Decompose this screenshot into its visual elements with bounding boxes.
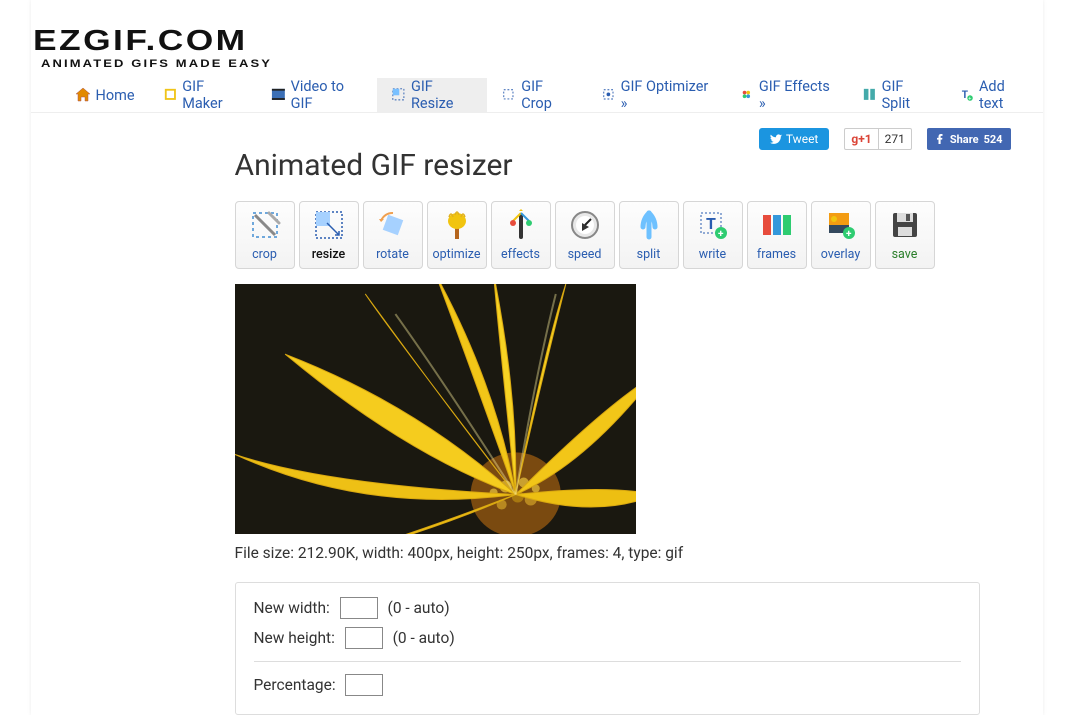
tool-split-label: split [637,247,661,262]
percent-label: Percentage: [254,676,336,694]
nav-video-label: Video to GIF [291,78,364,112]
nav-effects[interactable]: GIF Effects » [725,78,848,112]
tool-speed-label: speed [568,247,602,262]
nav-resize[interactable]: GIF Resize [377,78,487,112]
tool-crop-label: crop [252,247,277,262]
facebook-share-button[interactable]: Share 524 [927,128,1011,150]
tool-effects[interactable]: effects [491,201,551,269]
gplus-count: 271 [879,129,911,149]
tool-optimize-label: optimize [432,247,480,262]
effects-icon [739,87,754,103]
nav-home-label: Home [96,87,135,104]
maker-icon [163,87,178,103]
tool-speed[interactable]: speed [555,201,615,269]
tool-rotate[interactable]: rotate [363,201,423,269]
nav-home[interactable]: Home [61,78,149,112]
tool-resize[interactable]: resize [299,201,359,269]
height-input[interactable] [345,627,383,649]
crop-icon [501,87,516,103]
brand-title: EZGIF.COM [33,28,1073,54]
page-title: Animated GIF resizer [235,148,1023,183]
tool-effects-label: effects [501,247,540,262]
nav-maker[interactable]: GIF Maker [149,78,257,112]
height-label: New height: [254,629,335,647]
nav-resize-label: GIF Resize [411,78,474,112]
toolbar: crop resize rotate optimize effects spee… [235,201,1023,269]
tool-frames-label: frames [757,247,796,262]
crop-icon [249,209,281,241]
split-icon [862,87,877,103]
nav-crop[interactable]: GIF Crop [487,78,586,112]
optimize-icon [441,209,473,241]
twitter-share-button[interactable]: Tweet [759,128,830,150]
resize-tool-icon [313,209,345,241]
save-icon [889,209,921,241]
width-hint: (0 - auto) [388,599,450,617]
video-icon [271,87,286,103]
nav-addtext-label: Add text [979,78,1029,112]
tool-resize-label: resize [312,247,346,262]
height-hint: (0 - auto) [393,629,455,647]
tool-overlay[interactable]: + overlay [811,201,871,269]
nav-addtext[interactable]: T+ Add text [945,78,1042,112]
tool-frames[interactable]: frames [747,201,807,269]
nav-split[interactable]: GIF Split [848,78,945,112]
speed-icon [569,209,601,241]
flower-illustration [235,284,636,534]
tool-rotate-label: rotate [376,247,409,262]
nav-optimizer-label: GIF Optimizer » [621,78,712,112]
nav-maker-label: GIF Maker [182,78,243,112]
width-label: New width: [254,599,330,617]
optimizer-icon [601,87,616,103]
fb-label: Share [950,133,979,146]
nav-optimizer[interactable]: GIF Optimizer » [587,78,725,112]
preview-image [235,284,636,534]
form-separator [254,661,961,662]
logo: EZGIF.COM ANIMATED GIFS MADE EASY [31,0,1043,78]
nav-video[interactable]: Video to GIF [257,78,377,112]
write-icon: T+ [697,209,729,241]
tool-crop[interactable]: crop [235,201,295,269]
svg-text:+: + [968,96,971,102]
rotate-icon [377,209,409,241]
nav-effects-label: GIF Effects » [759,78,834,112]
tool-split[interactable]: split [619,201,679,269]
tool-write[interactable]: T+ write [683,201,743,269]
effects-tool-icon [505,209,537,241]
home-icon [75,87,91,103]
resize-icon [391,87,406,103]
tool-write-label: write [699,247,726,262]
main-nav: Home GIF Maker Video to GIF GIF Resize G… [31,78,1043,113]
nav-split-label: GIF Split [882,78,932,112]
brand-sub: ANIMATED GIFS MADE EASY [41,58,1073,70]
tool-save-label: save [892,247,918,262]
addtext-icon: T+ [959,87,974,103]
twitter-icon [770,133,782,145]
file-meta: File size: 212.90K, width: 400px, height… [235,544,1023,562]
twitter-label: Tweet [786,132,819,146]
facebook-icon [935,134,945,144]
share-buttons: Tweet g+1 271 Share 524 [759,128,1011,150]
width-input[interactable] [340,597,378,619]
resize-form: New width: (0 - auto) New height: (0 - a… [235,582,980,715]
svg-text:T: T [706,214,716,233]
gplus-logo: g+1 [845,129,878,149]
split-tool-icon [633,209,665,241]
percent-input[interactable] [345,674,383,696]
svg-text:+: + [718,229,724,240]
frames-icon [761,209,793,241]
svg-text:+: + [846,229,852,240]
nav-crop-label: GIF Crop [521,78,573,112]
googleplus-share-button[interactable]: g+1 271 [844,128,912,150]
overlay-icon: + [825,209,857,241]
tool-overlay-label: overlay [821,247,861,262]
tool-save[interactable]: save [875,201,935,269]
fb-count: 524 [984,133,1003,146]
tool-optimize[interactable]: optimize [427,201,487,269]
